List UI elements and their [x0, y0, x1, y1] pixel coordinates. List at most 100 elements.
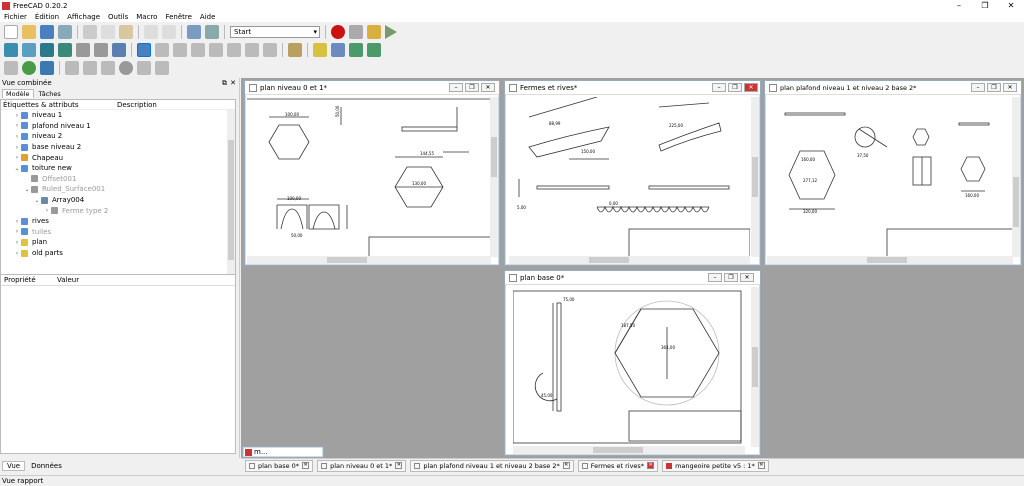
drawing-sheet[interactable]: 88,99 150,00 225,00 5,00 0,00: [509, 97, 750, 257]
tree-item[interactable]: ⌄ Array004: [1, 195, 235, 206]
property-editor[interactable]: Propriété Valeur: [0, 274, 236, 454]
link-actions-icon[interactable]: [367, 43, 381, 57]
expand-arrow-icon[interactable]: ›: [13, 133, 21, 140]
tab-model[interactable]: Modèle: [2, 89, 34, 98]
minimize-button[interactable]: –: [946, 0, 972, 11]
draw-style-icon[interactable]: [40, 43, 54, 57]
close-sub-button[interactable]: ✕: [744, 83, 758, 92]
tree-item[interactable]: › plan: [1, 237, 235, 248]
back-nav-icon[interactable]: [4, 61, 18, 75]
close-sub-button[interactable]: ✕: [1003, 83, 1017, 92]
bounding-box-icon[interactable]: [58, 43, 72, 57]
sheet-hscroll[interactable]: [513, 446, 745, 454]
sheet-hscroll[interactable]: [767, 256, 1013, 264]
tree-item[interactable]: › old parts: [1, 248, 235, 259]
tab-tasks[interactable]: Tâches: [34, 90, 66, 98]
zoom-out-icon[interactable]: [155, 61, 169, 75]
tree-item[interactable]: ⌄ Ruled_Surface001: [1, 184, 235, 195]
part-icon[interactable]: [313, 43, 327, 57]
minimize-sub-button[interactable]: –: [449, 83, 463, 92]
view-front-icon[interactable]: [173, 43, 187, 57]
subwindow-plan-base-0[interactable]: plan base 0* – ❐ ✕ 75,00 187,50 364,00 45,00: [504, 270, 761, 456]
view-isometric-icon[interactable]: [155, 43, 169, 57]
web-icon[interactable]: [22, 61, 36, 75]
zoom-in-icon[interactable]: [137, 61, 151, 75]
expand-arrow-icon[interactable]: ⌄: [23, 186, 31, 193]
expand-arrow-icon[interactable]: ›: [13, 250, 21, 257]
view-top-icon[interactable]: [191, 43, 205, 57]
document-tab[interactable]: plan niveau 0 et 1* ✕: [317, 459, 407, 472]
view-rear-icon[interactable]: [227, 43, 241, 57]
sheet-vscroll[interactable]: [751, 97, 759, 257]
maximize-button[interactable]: ❐: [972, 0, 998, 11]
view-right-icon[interactable]: [209, 43, 223, 57]
document-tab[interactable]: Fermes et rives* ✕: [577, 459, 659, 472]
whats-this-icon[interactable]: [205, 25, 219, 39]
menu-item-0[interactable]: Fichier: [4, 13, 27, 21]
restore-sub-button[interactable]: ❐: [465, 83, 479, 92]
restore-sub-button[interactable]: ❐: [724, 273, 738, 282]
tree-item[interactable]: › Ferme type 2: [1, 205, 235, 216]
nav-previous-icon[interactable]: [65, 61, 79, 75]
close-tab-icon[interactable]: ✕: [647, 462, 655, 469]
tree-item[interactable]: › rives: [1, 216, 235, 227]
zoom-icon[interactable]: [137, 43, 151, 57]
tree-item[interactable]: › base niveau 2: [1, 142, 235, 153]
tree-item[interactable]: › tuiles: [1, 227, 235, 238]
document-tab[interactable]: mangeoire petite v5 : 1* ✕: [662, 459, 769, 472]
go-icon[interactable]: [40, 61, 54, 75]
refresh-icon[interactable]: [187, 25, 201, 39]
document-tab[interactable]: plan plafond niveau 1 et niveau 2 base 2…: [410, 459, 574, 472]
menu-item-3[interactable]: Outils: [108, 13, 128, 21]
close-sub-button[interactable]: ✕: [481, 83, 495, 92]
stop-macro-icon[interactable]: [349, 25, 363, 39]
subwindow-plan-plafond[interactable]: plan plafond niveau 1 et niveau 2 base 2…: [764, 80, 1022, 266]
workbench-selector[interactable]: Start: [230, 26, 320, 38]
close-tab-icon[interactable]: ✕: [302, 462, 310, 469]
subwindow-fermes-rives[interactable]: Fermes et rives* – ❐ ✕ 88,99 150,00 225,00 5…: [504, 80, 761, 266]
tab-view[interactable]: Vue: [2, 461, 26, 471]
sheet-hscroll[interactable]: [247, 256, 491, 264]
expand-arrow-icon[interactable]: ⌄: [33, 197, 41, 204]
cut-icon[interactable]: [83, 25, 97, 39]
open-icon[interactable]: [22, 25, 36, 39]
restore-sub-button[interactable]: ❐: [987, 83, 1001, 92]
save-icon[interactable]: [40, 25, 54, 39]
redo-icon[interactable]: [162, 25, 176, 39]
forward-arrow-icon[interactable]: [94, 43, 108, 57]
menu-item-5[interactable]: Fenêtre: [165, 13, 191, 21]
tab-data[interactable]: Données: [25, 462, 68, 470]
tree-item[interactable]: › Chapeau: [1, 152, 235, 163]
close-tab-icon[interactable]: ✕: [395, 462, 403, 469]
record-macro-icon[interactable]: [331, 25, 345, 39]
undo-icon[interactable]: [144, 25, 158, 39]
tree-item[interactable]: Offset001: [1, 174, 235, 185]
fit-selection-icon[interactable]: [22, 43, 36, 57]
run-macro-icon[interactable]: [385, 25, 397, 39]
new-icon[interactable]: [4, 25, 18, 39]
sheet-hscroll[interactable]: [509, 256, 750, 264]
expand-arrow-icon[interactable]: ›: [13, 154, 21, 161]
drawing-sheet[interactable]: 160,00 277,12 320,00 37,50 160,00: [767, 97, 1013, 257]
close-panel-icon[interactable]: ✕: [230, 79, 236, 87]
sheet-vscroll[interactable]: [490, 97, 498, 257]
expand-arrow-icon[interactable]: ›: [13, 112, 21, 119]
back-arrow-icon[interactable]: [76, 43, 90, 57]
tree-item[interactable]: › niveau 1: [1, 110, 235, 121]
expand-arrow-icon[interactable]: ›: [13, 122, 21, 129]
minimize-sub-button[interactable]: –: [708, 273, 722, 282]
link-icon[interactable]: [349, 43, 363, 57]
expand-arrow-icon[interactable]: ›: [13, 239, 21, 246]
minimize-sub-button[interactable]: –: [712, 83, 726, 92]
tree-item[interactable]: ⌄ toiture new: [1, 163, 235, 174]
view-left-icon[interactable]: [263, 43, 277, 57]
restore-sub-button[interactable]: ❐: [728, 83, 742, 92]
sheet-vscroll[interactable]: [751, 287, 759, 447]
view-bottom-icon[interactable]: [245, 43, 259, 57]
fit-all-icon[interactable]: [4, 43, 18, 57]
minimize-sub-button[interactable]: –: [971, 83, 985, 92]
sync-view-icon[interactable]: [112, 43, 126, 57]
sheet-vscroll[interactable]: [1012, 97, 1020, 257]
group-icon[interactable]: [331, 43, 345, 57]
subwindow-plan-niveau-0-1[interactable]: plan niveau 0 et 1* – ❐ ✕ 100,00 50,00 144,…: [244, 80, 500, 266]
